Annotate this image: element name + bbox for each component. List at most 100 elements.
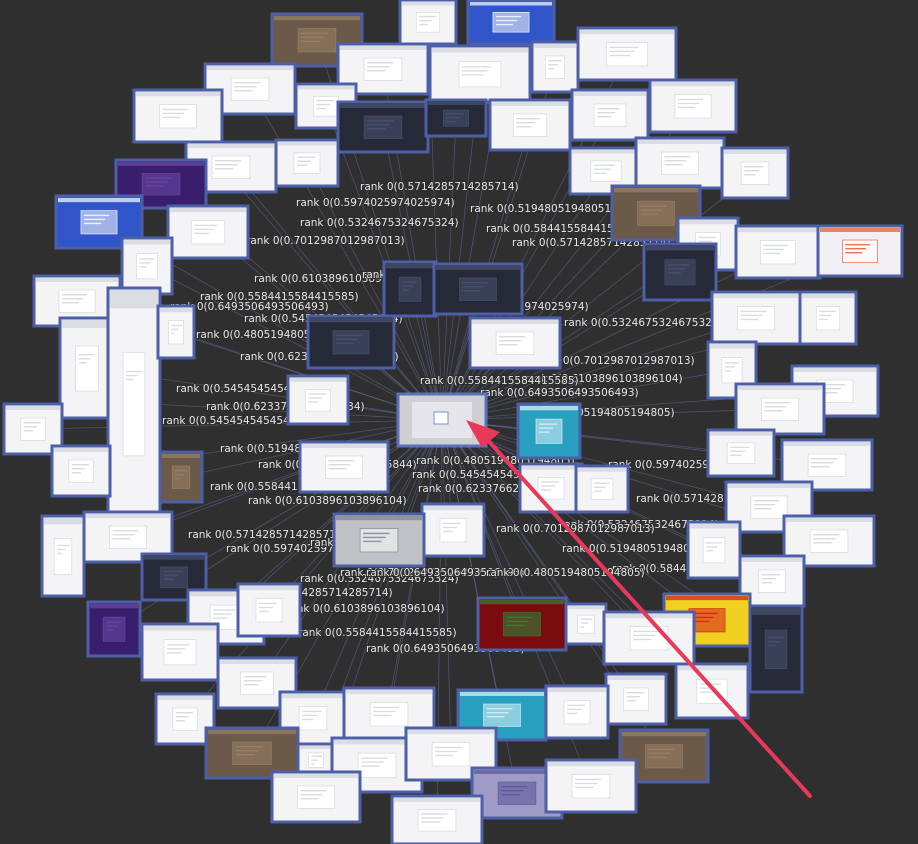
node-line	[768, 636, 784, 639]
node-card	[535, 418, 563, 444]
node-66[interactable]	[564, 602, 608, 646]
node-card	[571, 774, 611, 799]
node-line	[538, 423, 558, 425]
node-44[interactable]	[516, 402, 582, 460]
node-line	[126, 370, 142, 373]
node-4[interactable]	[428, 44, 532, 104]
node-45[interactable]	[298, 440, 390, 494]
node-30[interactable]	[642, 242, 718, 302]
node-header	[666, 596, 748, 601]
center-node[interactable]	[396, 392, 488, 448]
node-line	[462, 70, 488, 72]
node-header	[58, 198, 140, 203]
node-line	[677, 102, 700, 105]
rank-label: rank 0(0.5194805194805194)	[470, 203, 629, 215]
node-header	[298, 86, 354, 90]
node-line	[302, 718, 314, 721]
node-55[interactable]	[40, 514, 86, 598]
node-line	[761, 574, 781, 576]
node-12[interactable]	[488, 98, 572, 152]
node-13[interactable]	[570, 88, 650, 142]
node-77[interactable]	[544, 684, 610, 740]
node-29[interactable]	[432, 262, 524, 316]
node-line	[112, 538, 131, 540]
node-49[interactable]	[158, 450, 204, 504]
node-38[interactable]	[798, 290, 858, 346]
node-header	[480, 600, 564, 605]
node-line	[367, 66, 390, 68]
node-line	[566, 712, 578, 715]
node-line	[419, 23, 428, 26]
node-card	[760, 240, 796, 265]
node-84[interactable]	[544, 758, 638, 814]
node-34[interactable]	[156, 304, 196, 360]
node-line	[819, 310, 836, 313]
node-41[interactable]	[286, 374, 350, 426]
node-line	[462, 66, 492, 68]
node-37[interactable]	[710, 290, 802, 346]
node-line	[495, 19, 518, 22]
node-line	[57, 548, 66, 551]
node-1[interactable]	[466, 0, 556, 46]
node-42[interactable]	[734, 382, 826, 436]
node-54[interactable]	[332, 512, 426, 568]
node-36[interactable]	[468, 316, 562, 370]
node-46[interactable]	[706, 428, 776, 478]
node-line	[243, 680, 263, 682]
node-line	[126, 378, 134, 381]
node-85[interactable]	[270, 770, 362, 824]
node-48[interactable]	[50, 444, 112, 498]
node-28[interactable]	[382, 260, 438, 318]
node-11[interactable]	[424, 98, 488, 138]
node-10[interactable]	[336, 100, 430, 154]
node-5[interactable]	[530, 40, 580, 94]
node-26[interactable]	[816, 224, 904, 278]
node-card	[815, 306, 841, 331]
node-0[interactable]	[398, 0, 458, 46]
node-33[interactable]	[106, 286, 162, 520]
node-22[interactable]	[166, 204, 250, 260]
node-header	[300, 746, 332, 749]
node-51[interactable]	[574, 464, 630, 514]
node-86[interactable]	[390, 794, 484, 844]
node-card	[431, 742, 471, 767]
node-line	[640, 213, 659, 215]
node-35[interactable]	[306, 314, 396, 370]
node-line	[633, 638, 652, 641]
node-16[interactable]	[274, 138, 340, 188]
node-32[interactable]	[58, 316, 116, 420]
node-64[interactable]	[86, 600, 142, 658]
node-line	[373, 710, 396, 713]
node-62[interactable]	[236, 582, 302, 638]
node-line	[667, 272, 682, 274]
node-65[interactable]	[476, 596, 568, 652]
node-71[interactable]	[674, 662, 750, 720]
node-header	[188, 144, 274, 148]
node-53[interactable]	[420, 502, 486, 558]
node-card	[645, 744, 683, 769]
node-18[interactable]	[634, 136, 726, 190]
node-line	[367, 124, 390, 126]
node-69[interactable]	[140, 622, 220, 682]
node-card	[417, 809, 457, 832]
node-72[interactable]	[604, 672, 668, 726]
node-19[interactable]	[720, 146, 790, 200]
node-line	[597, 112, 616, 114]
node-line	[580, 622, 589, 624]
node-25[interactable]	[734, 224, 822, 280]
node-line	[724, 366, 736, 368]
node-6[interactable]	[576, 26, 678, 82]
node-header	[470, 2, 552, 6]
node-9[interactable]	[132, 88, 224, 144]
node-14[interactable]	[648, 78, 738, 134]
node-header	[44, 518, 82, 525]
node-57[interactable]	[686, 520, 742, 580]
node-card	[293, 152, 321, 174]
node-68[interactable]	[748, 604, 804, 694]
node-line	[328, 464, 351, 466]
node-27[interactable]	[120, 236, 174, 296]
node-line	[499, 344, 518, 346]
node-line	[421, 821, 440, 823]
node-line	[486, 716, 505, 718]
node-header	[578, 468, 626, 472]
